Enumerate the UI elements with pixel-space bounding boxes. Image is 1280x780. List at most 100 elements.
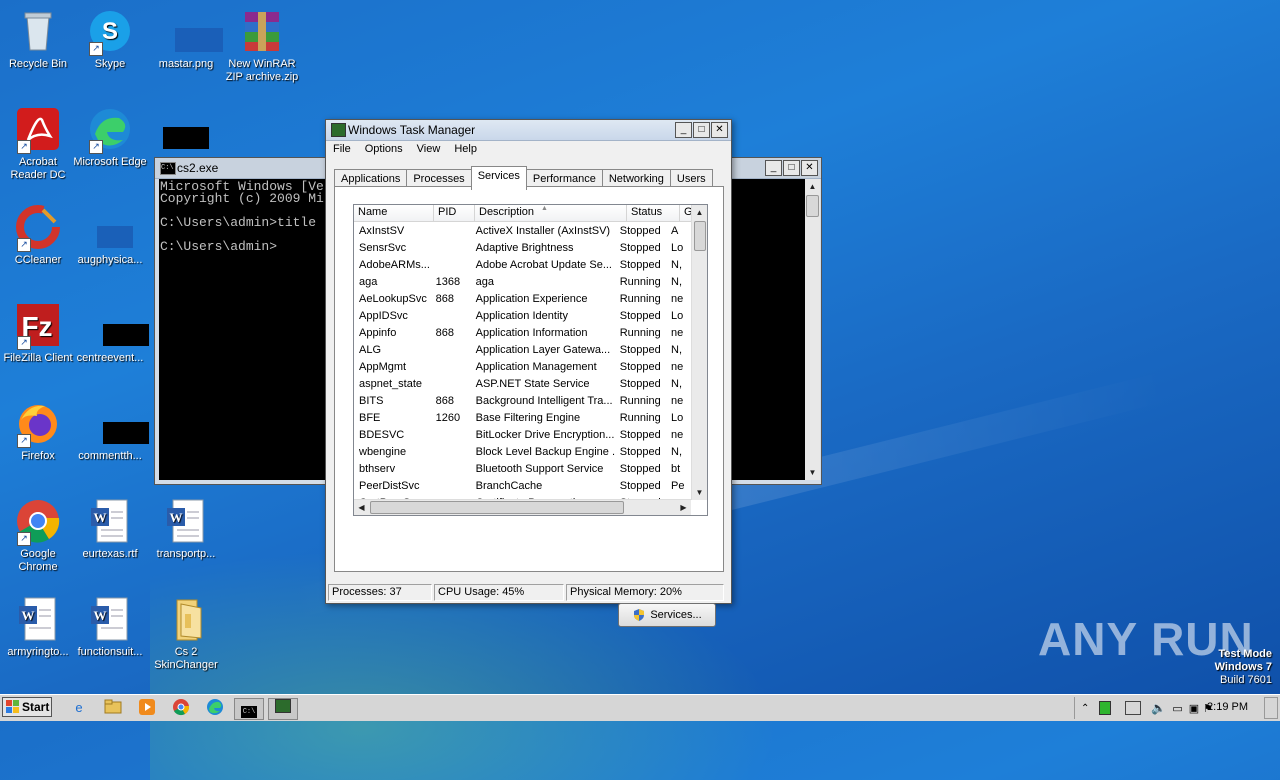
volume-icon[interactable]: 🔈 — [1151, 701, 1166, 715]
table-row[interactable]: Appinfo 868 Application Information Running… — [354, 324, 691, 341]
desktop-icon-functionsuit[interactable]: W functionsuit... — [72, 596, 148, 659]
column-header-description[interactable]: Description ▲ — [475, 205, 627, 221]
maximize-icon[interactable]: □ — [783, 160, 800, 176]
table-row[interactable]: aga 1368 aga Running N, — [354, 273, 691, 290]
table-row[interactable]: aspnet_state ASP.NET State Service Stopped… — [354, 375, 691, 392]
scroll-thumb[interactable] — [806, 195, 819, 217]
scroll-down-icon[interactable]: ▼ — [805, 465, 820, 480]
edge-taskbar-icon[interactable] — [204, 698, 226, 718]
minimize-icon[interactable]: _ — [765, 160, 782, 176]
cmd-titlebar-right[interactable]: _ □ ✕ — [731, 158, 821, 179]
table-row[interactable]: AdobeARMs... Adobe Acrobat Update Se... St… — [354, 256, 691, 273]
cmd-console-output[interactable]: Microsoft Windows [Ve Copyright (c) 2009… — [159, 179, 335, 480]
internet-explorer-icon[interactable]: e — [68, 698, 90, 718]
service-group: Lo — [671, 309, 684, 322]
desktop-icon-recycle-bin[interactable]: Recycle Bin — [0, 8, 76, 71]
services-button[interactable]: Services... — [618, 603, 716, 627]
service-name: AxInstSV — [359, 224, 405, 237]
task-manager-icon — [275, 699, 291, 713]
shield-icon — [634, 609, 645, 621]
menu-options[interactable]: Options — [358, 141, 410, 159]
service-name: BFE — [359, 411, 381, 424]
desktop-icon-acrobat[interactable]: ↗ Acrobat Reader DC — [0, 106, 76, 182]
table-row[interactable]: bthserv Bluetooth Support Service Stopped b… — [354, 460, 691, 477]
desktop-icon-chrome[interactable]: ↗ Google Chrome — [0, 498, 76, 574]
desktop-icon-centreevent[interactable]: centreevent... — [72, 302, 149, 365]
desktop-icon-augphysica[interactable]: augphysica... — [72, 204, 148, 267]
scroll-thumb[interactable] — [694, 221, 706, 251]
cpu-meter-icon[interactable] — [1099, 701, 1112, 715]
table-row[interactable]: SensrSvc Adaptive Brightness Stopped Lo — [354, 239, 691, 256]
task-manager-taskbar-button[interactable] — [268, 698, 298, 720]
table-row[interactable]: wbengine Block Level Backup Engine ... Sto… — [354, 443, 691, 460]
services-vertical-scrollbar[interactable]: ▲ ▼ — [691, 205, 707, 500]
scroll-right-icon[interactable]: ▶ — [676, 500, 691, 515]
cmd-taskbar-button[interactable]: C:\ — [234, 698, 264, 720]
table-row[interactable]: BDESVC BitLocker Drive Encryption... Stopp… — [354, 426, 691, 443]
tab-services[interactable]: Services — [470, 166, 527, 190]
table-row[interactable]: PeerDistSvc BranchCache Stopped Pe — [354, 477, 691, 494]
show-hidden-icons-icon[interactable]: ⌃ — [1081, 703, 1089, 714]
maximize-icon[interactable]: □ — [693, 122, 710, 138]
desktop-icon-mastar[interactable]: mastar.png — [148, 8, 224, 71]
display-icon[interactable]: ▣ — [1189, 702, 1199, 715]
network-icon[interactable] — [1125, 701, 1142, 715]
desktop-icon-edge[interactable]: ↗ Microsoft Edge — [72, 106, 148, 169]
desktop-icon-eurtexas[interactable]: W eurtexas.rtf — [72, 498, 148, 561]
desktop-icon-winrar-zip[interactable]: New WinRAR ZIP archive.zip — [224, 8, 300, 84]
menu-file[interactable]: File — [326, 141, 358, 159]
desktop-icon-cs2-skinchanger[interactable]: Cs 2 SkinChanger — [148, 596, 224, 672]
close-icon[interactable]: ✕ — [711, 122, 728, 138]
column-header-name[interactable]: Name — [354, 205, 434, 221]
file-explorer-icon[interactable] — [102, 698, 124, 718]
menu-view[interactable]: View — [410, 141, 448, 159]
power-icon[interactable]: ▭ — [1172, 702, 1182, 715]
cmd-titlebar[interactable]: C:\ cs2.exe — [155, 158, 335, 179]
column-header-pid[interactable]: PID — [434, 205, 475, 221]
shortcut-arrow-icon: ↗ — [89, 42, 103, 56]
services-horizontal-scrollbar[interactable]: ◀ ▶ — [354, 499, 691, 515]
desktop-icon-ccleaner[interactable]: ↗ CCleaner — [0, 204, 76, 267]
services-list-header: Name PID Description ▲ Status G — [354, 205, 707, 222]
service-group: bt — [671, 462, 681, 475]
scroll-up-icon[interactable]: ▲ — [692, 205, 707, 220]
desktop-icon-firefox[interactable]: ↗ Firefox — [0, 400, 76, 463]
desktop-icon-transportp[interactable]: W transportp... — [148, 498, 224, 561]
scroll-thumb[interactable] — [370, 501, 624, 514]
desktop-icon-skype[interactable]: S ↗ Skype — [72, 8, 148, 71]
svg-text:W: W — [94, 510, 107, 525]
column-header-status[interactable]: Status — [627, 205, 680, 221]
word-document-icon: W — [87, 596, 133, 642]
table-row[interactable]: ALG Application Layer Gatewa... Stopped N, — [354, 341, 691, 358]
scroll-down-icon[interactable]: ▼ — [692, 485, 707, 500]
services-list[interactable]: Name PID Description ▲ Status G AxInstSV… — [353, 204, 708, 516]
service-name: PeerDistSvc — [359, 479, 420, 492]
menu-help[interactable]: Help — [447, 141, 484, 159]
desktop-icon-filezilla[interactable]: Fz ↗ FileZilla Client — [0, 302, 76, 365]
chrome-taskbar-icon[interactable] — [170, 698, 192, 718]
cmd-window-right-edge[interactable]: _ □ ✕ ▲ ▼ — [730, 157, 822, 485]
media-player-icon[interactable] — [136, 698, 158, 718]
system-clock[interactable]: 2:19 PM — [1207, 701, 1248, 713]
cmd-title: cs2.exe — [177, 161, 219, 175]
desktop-icon-armyringto[interactable]: W armyringto... — [0, 596, 76, 659]
cmd-window[interactable]: C:\ cs2.exe Microsoft Windows [Ve Copyri… — [154, 157, 336, 485]
table-row[interactable]: BFE 1260 Base Filtering Engine Running Lo — [354, 409, 691, 426]
cmd-scrollbar[interactable]: ▲ ▼ — [805, 179, 820, 480]
close-icon[interactable]: ✕ — [801, 160, 818, 176]
table-row[interactable]: BITS 868 Background Intelligent Tra... Runn… — [354, 392, 691, 409]
minimize-icon[interactable]: _ — [675, 122, 692, 138]
service-description: Application Identity — [475, 309, 568, 322]
table-row[interactable]: AeLookupSvc 868 Application Experience Runn… — [354, 290, 691, 307]
scroll-up-icon[interactable]: ▲ — [805, 179, 820, 194]
show-desktop-button[interactable] — [1264, 697, 1278, 719]
service-group: ne — [671, 292, 684, 305]
table-row[interactable]: AppIDSvc Application Identity Stopped Lo — [354, 307, 691, 324]
table-row[interactable]: AppMgmt Application Management Stopped ne — [354, 358, 691, 375]
task-manager-window[interactable]: Windows Task Manager _ □ ✕ File Options … — [325, 119, 732, 627]
table-row[interactable]: AxInstSV ActiveX Installer (AxInstSV) Stop… — [354, 222, 691, 239]
task-manager-titlebar[interactable]: Windows Task Manager _ □ ✕ — [326, 120, 731, 141]
desktop-icon-commentth[interactable]: commentth... — [72, 400, 149, 463]
start-button[interactable]: Start — [2, 697, 52, 717]
scroll-left-icon[interactable]: ◀ — [354, 500, 369, 515]
